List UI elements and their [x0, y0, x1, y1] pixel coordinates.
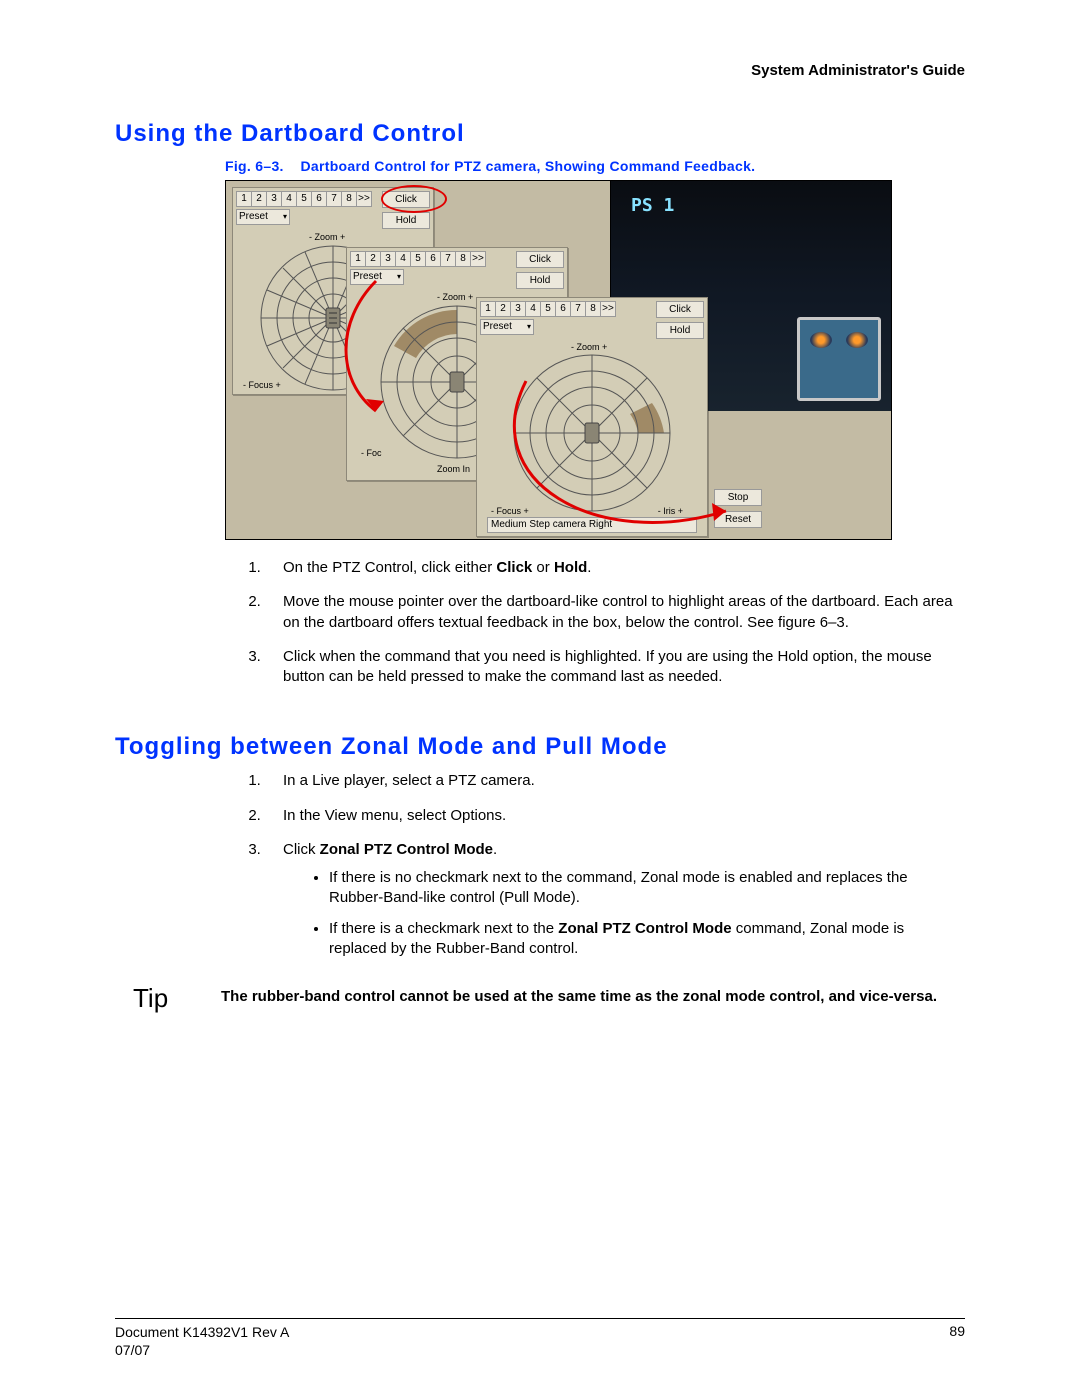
instructions-dartboard: On the PTZ Control, click either Click o…: [265, 558, 965, 687]
bullet-item: If there is no checkmark next to the com…: [329, 868, 965, 909]
figure-dartboard: PS 1 12345678>> Preset Click Hold - Zoom…: [225, 180, 892, 540]
figure-caption: Fig. 6–3. Dartboard Control for PTZ came…: [225, 158, 965, 174]
tip-text: The rubber-band control cannot be used a…: [221, 983, 937, 1014]
section-title-toggle: Toggling between Zonal Mode and Pull Mod…: [115, 733, 965, 761]
preset-dropdown: Preset: [236, 209, 290, 225]
preset-number-row: 12345678>>: [350, 251, 486, 267]
tip-label: Tip: [133, 983, 221, 1014]
tip-block: Tip The rubber-band control cannot be us…: [133, 983, 965, 1014]
preset-dropdown: Preset: [480, 319, 534, 335]
instruction-item: In a Live player, select a PTZ camera.: [265, 771, 965, 791]
click-button: Click: [516, 251, 564, 268]
toggle-bullets: If there is no checkmark next to the com…: [329, 868, 965, 959]
hold-button: Hold: [516, 272, 564, 289]
figure-caption-text: Dartboard Control for PTZ camera, Showin…: [301, 158, 756, 174]
zoom-in-label: Zoom In: [437, 464, 470, 474]
instruction-item: Click when the command that you need is …: [265, 647, 965, 688]
red-arrow-2: [486, 361, 746, 540]
focus-label-short: - Foc: [361, 448, 382, 458]
page-footer: Document K14392V1 Rev A 07/07 89: [115, 1323, 965, 1359]
video-label-ps1: PS 1: [631, 195, 674, 216]
instruction-item: Click Zonal PTZ Control Mode. If there i…: [265, 840, 965, 959]
footer-rule: [115, 1318, 965, 1319]
red-arrow-1: [326, 271, 446, 431]
hold-button: Hold: [382, 212, 430, 229]
instructions-toggle: In a Live player, select a PTZ camera. I…: [265, 771, 965, 959]
instruction-item: In the View menu, select Options.: [265, 806, 965, 826]
header-guide-title: System Administrator's Guide: [751, 62, 965, 79]
section-title-dartboard: Using the Dartboard Control: [115, 120, 965, 148]
click-button: Click: [656, 301, 704, 318]
video-monitor-icon: [797, 317, 881, 401]
preset-number-row: 12345678>>: [236, 191, 372, 207]
instruction-item: On the PTZ Control, click either Click o…: [265, 558, 965, 578]
hold-button: Hold: [656, 322, 704, 339]
red-highlight-click: [381, 185, 447, 213]
footer-date: 07/07: [115, 1342, 150, 1358]
instruction-item: Move the mouse pointer over the dartboar…: [265, 592, 965, 633]
focus-label: - Focus +: [243, 380, 281, 390]
bullet-item: If there is a checkmark next to the Zona…: [329, 919, 965, 960]
footer-doc-id: Document K14392V1 Rev A: [115, 1324, 289, 1340]
figure-caption-prefix: Fig. 6–3.: [225, 158, 284, 174]
preset-number-row: 12345678>>: [480, 301, 616, 317]
footer-page-number: 89: [949, 1323, 965, 1359]
